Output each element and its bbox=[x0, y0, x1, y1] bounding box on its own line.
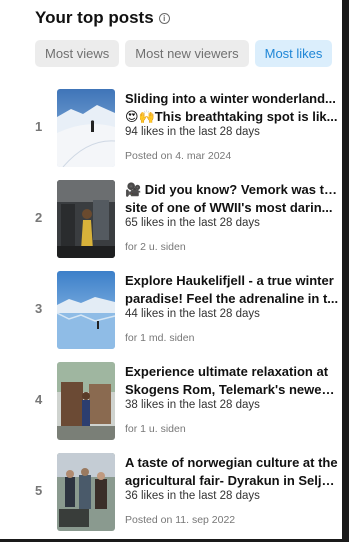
post-likes: 94 likes in the last 28 days bbox=[125, 126, 260, 138]
section-header: Your top posts i bbox=[35, 8, 170, 28]
window-edge-right bbox=[342, 0, 349, 542]
post-rank: 4 bbox=[35, 392, 43, 407]
post-title[interactable]: A taste of norwegian culture at the agri… bbox=[125, 454, 339, 490]
post-date: Posted on 4. mar 2024 bbox=[125, 150, 232, 162]
post-rank: 1 bbox=[35, 119, 43, 134]
post-item-1[interactable]: 1 Sliding into a winter wonderland... 😍🙌… bbox=[0, 89, 342, 171]
tab-most-views[interactable]: Most views bbox=[35, 40, 120, 67]
post-date: for 2 u. siden bbox=[125, 241, 186, 253]
post-title[interactable]: Sliding into a winter wonderland... 😍🙌Th… bbox=[125, 90, 339, 126]
post-thumbnail[interactable] bbox=[57, 180, 115, 258]
post-rank: 5 bbox=[35, 483, 43, 498]
post-likes: 65 likes in the last 28 days bbox=[125, 217, 260, 229]
post-date: Posted on 11. sep 2022 bbox=[125, 514, 236, 526]
post-item-4[interactable]: 4 Experience ultimate relaxation at Skog… bbox=[0, 362, 342, 444]
post-thumbnail[interactable] bbox=[57, 453, 115, 531]
post-rank: 3 bbox=[35, 301, 43, 316]
post-item-3[interactable]: 3 Explore Haukelifjell - a true winter p… bbox=[0, 271, 342, 353]
post-title[interactable]: Explore Haukelifjell - a true winter par… bbox=[125, 272, 339, 308]
post-likes: 44 likes in the last 28 days bbox=[125, 308, 260, 320]
post-title[interactable]: 🎥 Did you know? Vemork was the site of o… bbox=[125, 181, 339, 217]
post-likes: 36 likes in the last 28 days bbox=[125, 490, 260, 502]
post-item-2[interactable]: 2 🎥 Did you know? Vemork was the site of… bbox=[0, 180, 342, 262]
post-rank: 2 bbox=[35, 210, 43, 225]
post-thumbnail[interactable] bbox=[57, 271, 115, 349]
post-thumbnail[interactable] bbox=[57, 89, 115, 167]
top-posts-panel: Your top posts i Most views Most new vie… bbox=[0, 0, 342, 539]
post-thumbnail[interactable] bbox=[57, 362, 115, 440]
post-date: for 1 md. siden bbox=[125, 332, 195, 344]
section-title: Your top posts bbox=[35, 8, 154, 27]
tab-most-likes[interactable]: Most likes bbox=[254, 40, 333, 67]
sort-tabs: Most views Most new viewers Most likes bbox=[35, 40, 333, 67]
info-icon[interactable]: i bbox=[158, 13, 170, 24]
post-item-5[interactable]: 5 A taste of norwegian culture at the ag… bbox=[0, 453, 342, 535]
post-likes: 38 likes in the last 28 days bbox=[125, 399, 260, 411]
post-title[interactable]: Experience ultimate relaxation at Skogen… bbox=[125, 363, 339, 399]
tab-most-new-viewers[interactable]: Most new viewers bbox=[125, 40, 249, 67]
post-date: for 1 u. siden bbox=[125, 423, 186, 435]
